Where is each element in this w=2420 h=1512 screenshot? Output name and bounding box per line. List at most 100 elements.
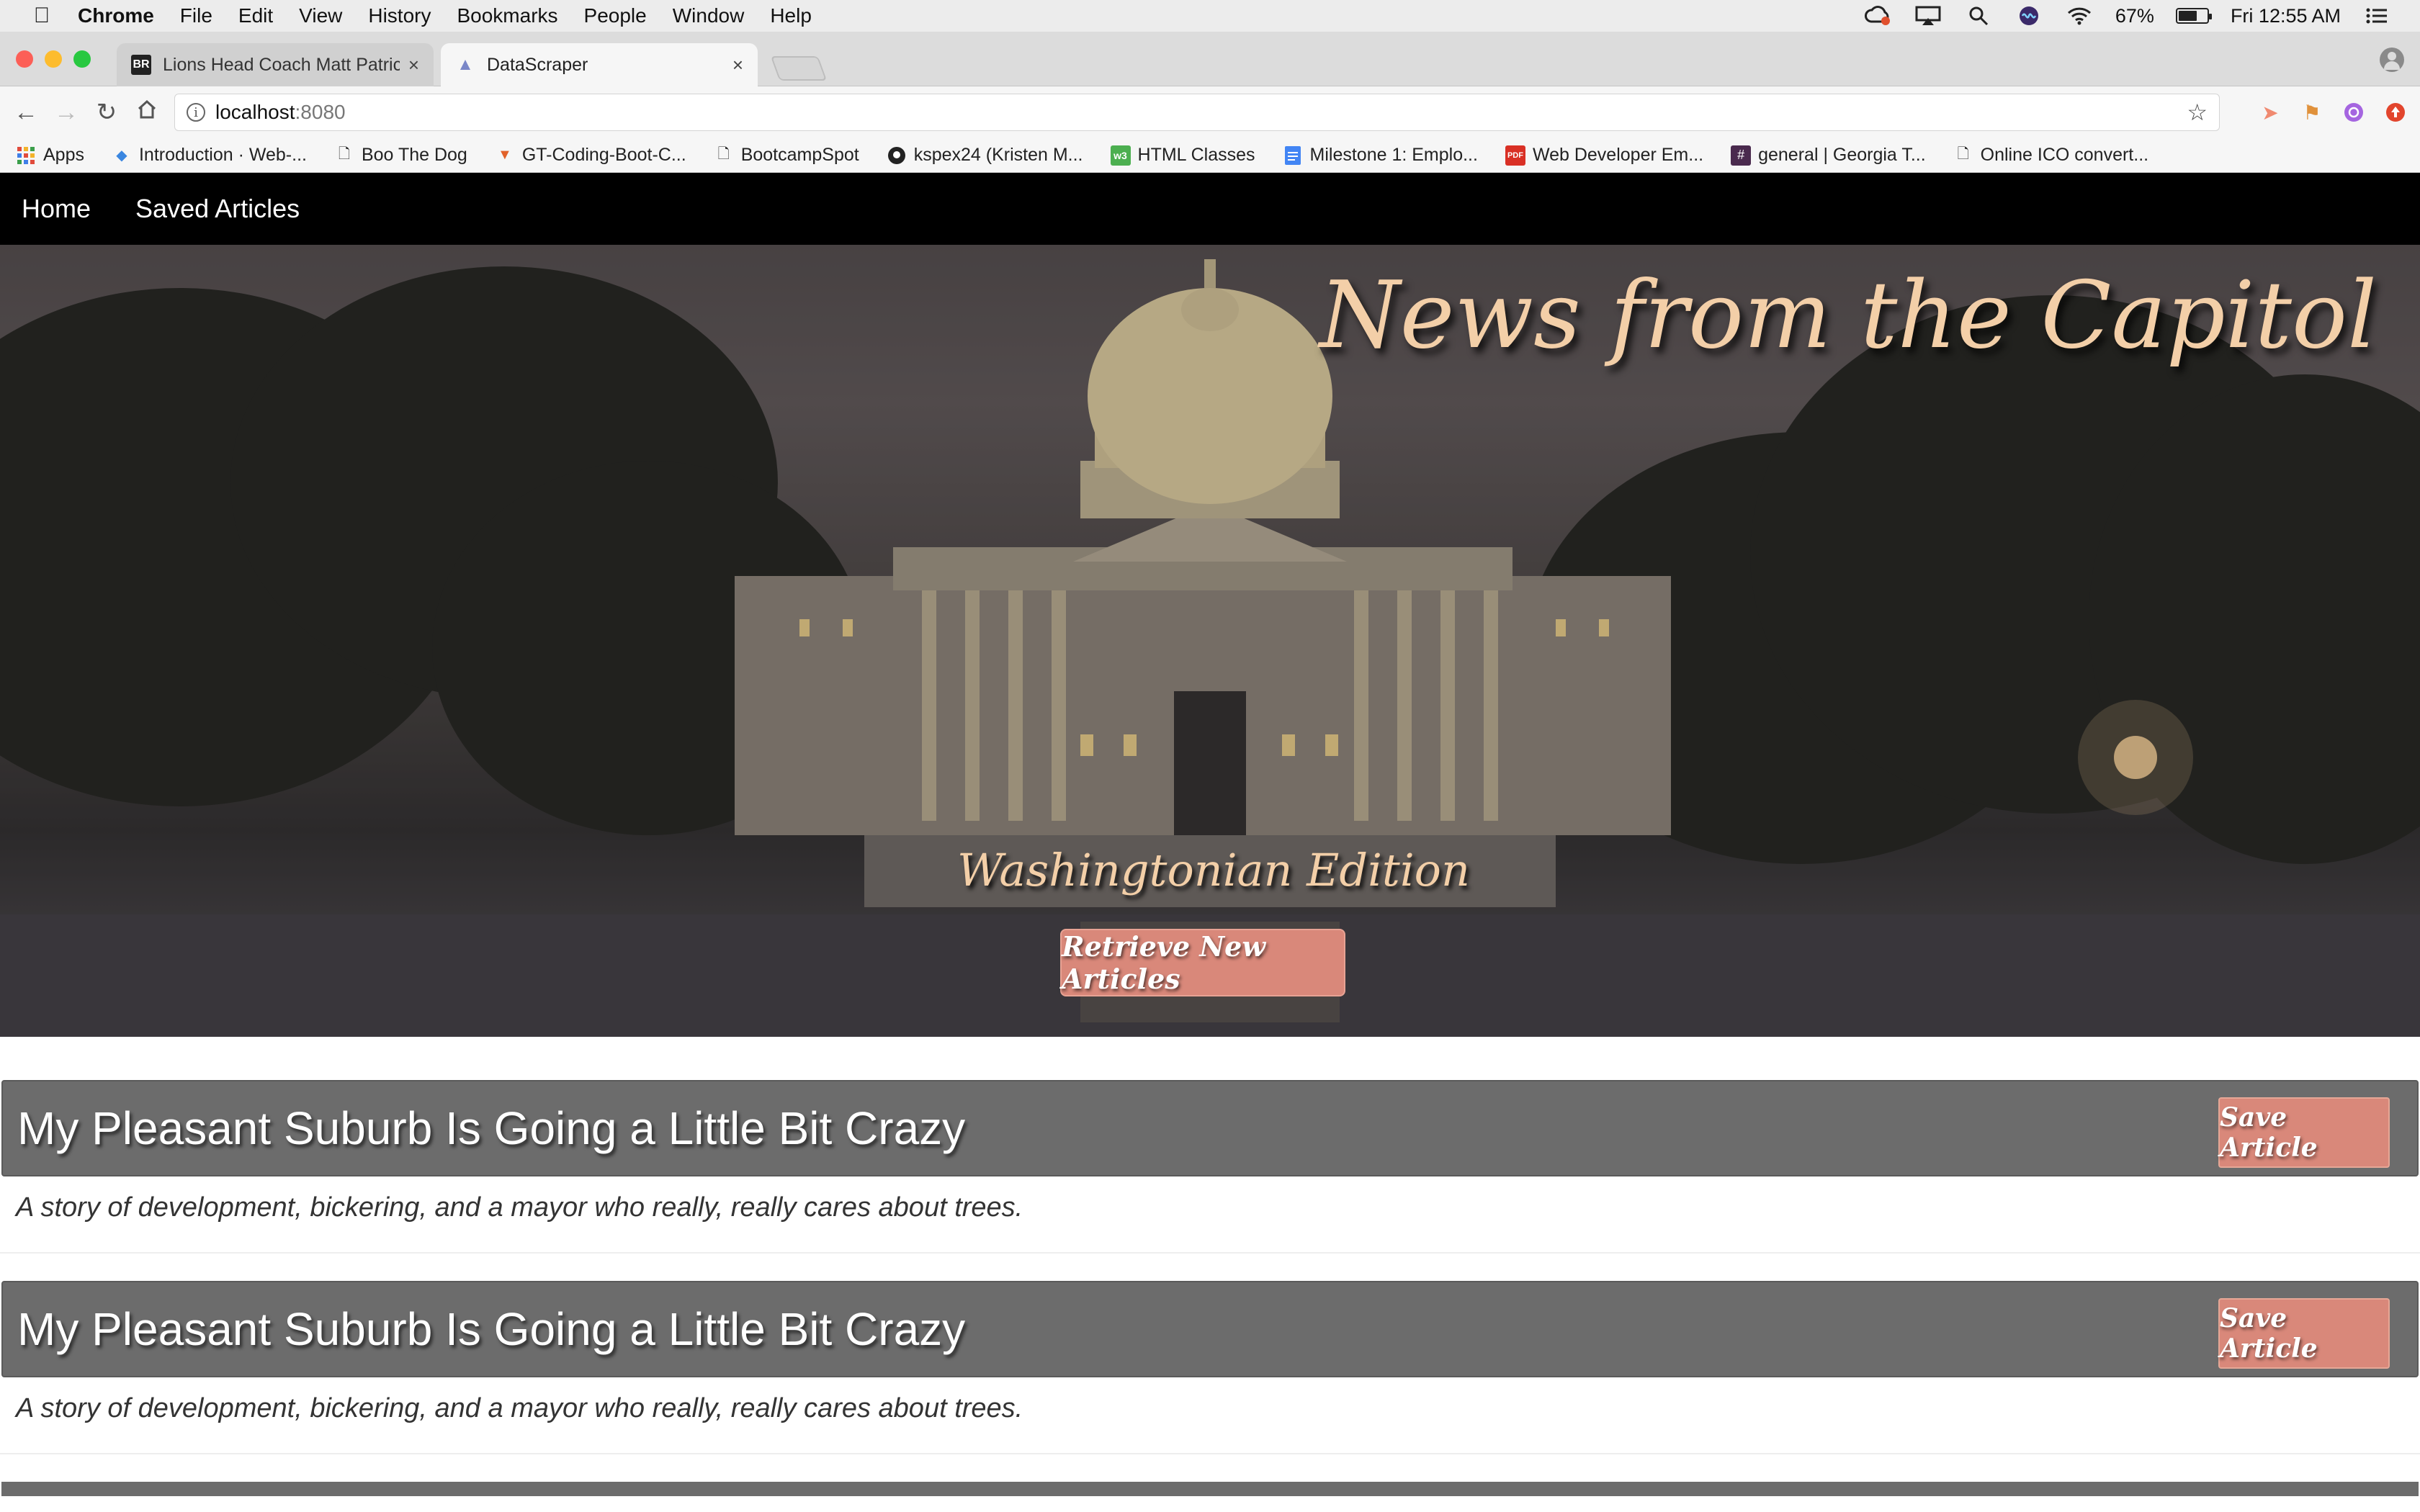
tab-lions-head-coach[interactable]: BR Lions Head Coach Matt Patricia × bbox=[117, 43, 434, 86]
menu-view[interactable]: View bbox=[299, 4, 342, 27]
bookmark-online-ico[interactable]: 🗋 Online ICO convert... bbox=[1953, 145, 2148, 166]
apps-grid-icon bbox=[16, 145, 36, 166]
bookmarks-bar: Apps ◆ Introduction · Web-... 🗋 Boo The … bbox=[0, 138, 2420, 173]
page-icon: 🗋 bbox=[717, 145, 730, 162]
w3-icon: w3 bbox=[1110, 145, 1131, 166]
url-port: :8080 bbox=[295, 101, 346, 123]
bookmark-bootcampspot[interactable]: 🗋 BootcampSpot bbox=[714, 145, 859, 166]
save-article-button[interactable]: Save Article bbox=[2218, 1097, 2390, 1168]
gitlab-icon: ▼ bbox=[497, 147, 512, 163]
bookmark-milestone[interactable]: Milestone 1: Emplo... bbox=[1283, 145, 1478, 166]
bookmark-label: general | Georgia T... bbox=[1758, 145, 1926, 165]
new-tab-button[interactable] bbox=[770, 56, 828, 81]
menu-bookmarks[interactable]: Bookmarks bbox=[457, 4, 557, 27]
menu-window[interactable]: Window bbox=[673, 4, 745, 27]
menu-app-name[interactable]: Chrome bbox=[78, 4, 154, 27]
site-info-icon[interactable]: i bbox=[187, 103, 205, 122]
article-summary: A story of development, bickering, and a… bbox=[0, 1377, 2420, 1454]
bookmark-boo-the-dog[interactable]: 🗋 Boo The Dog bbox=[334, 145, 467, 166]
gitbook-icon: ◆ bbox=[116, 148, 127, 163]
article-header: My Pleasant Suburb Is Going a Little Bit… bbox=[1, 1080, 2419, 1176]
menu-edit[interactable]: Edit bbox=[238, 4, 273, 27]
notification-center-icon[interactable] bbox=[2362, 4, 2391, 27]
bookmark-general-georgia[interactable]: # general | Georgia T... bbox=[1731, 145, 1926, 166]
bookmark-label: Introduction · Web-... bbox=[138, 145, 307, 165]
bookmark-web-developer[interactable]: PDF Web Developer Em... bbox=[1505, 145, 1703, 166]
tab-title: Lions Head Coach Matt Patricia bbox=[163, 54, 400, 75]
home-icon[interactable] bbox=[127, 99, 167, 127]
next-article-header-partial bbox=[1, 1482, 2419, 1496]
article-list: My Pleasant Suburb Is Going a Little Bit… bbox=[0, 1080, 2420, 1496]
browser-toolbar: ← → ↻ i localhost:8080 ☆ ➤ ⚑ bbox=[0, 86, 2420, 138]
page-icon: 🗋 bbox=[338, 145, 351, 162]
spotlight-search-icon[interactable] bbox=[1964, 4, 1993, 27]
menu-clock[interactable]: Fri 12:55 AM bbox=[2231, 5, 2341, 27]
reload-icon[interactable]: ↻ bbox=[86, 98, 127, 127]
page-icon: 🗋 bbox=[1957, 145, 1969, 162]
bookmark-label: GT-Coding-Boot-C... bbox=[521, 145, 686, 165]
menu-help[interactable]: Help bbox=[770, 4, 812, 27]
hero-title: News from the Capitol bbox=[1319, 262, 2377, 369]
extension-arrow-icon[interactable]: ➤ bbox=[2256, 98, 2285, 127]
pdf-icon: PDF bbox=[1505, 145, 1525, 166]
bookmark-label: HTML Classes bbox=[1137, 145, 1255, 165]
tab-close-icon[interactable]: × bbox=[408, 54, 419, 76]
extension-flag-icon[interactable]: ⚑ bbox=[2298, 98, 2326, 127]
bookmark-kspex24[interactable]: kspex24 (Kristen M... bbox=[887, 145, 1083, 166]
retrieve-new-articles-button[interactable]: Retrieve New Articles bbox=[1060, 929, 1345, 996]
apple-logo-icon[interactable]:  bbox=[26, 4, 58, 28]
maximize-window-button[interactable] bbox=[73, 50, 91, 68]
extension-red-icon[interactable] bbox=[2381, 98, 2410, 127]
forward-arrow-icon[interactable]: → bbox=[46, 99, 86, 127]
bookmark-star-icon[interactable]: ☆ bbox=[2187, 99, 2208, 126]
tab-favicon: BR bbox=[131, 55, 151, 75]
address-bar[interactable]: i localhost:8080 ☆ bbox=[174, 94, 2220, 131]
bookmark-label: Apps bbox=[43, 145, 84, 165]
article-title[interactable]: My Pleasant Suburb Is Going a Little Bit… bbox=[3, 1102, 965, 1155]
bookmark-label: Web Developer Em... bbox=[1532, 145, 1704, 165]
creative-cloud-icon[interactable] bbox=[1863, 4, 1892, 27]
minimize-window-button[interactable] bbox=[45, 50, 62, 68]
airplay-icon[interactable] bbox=[1914, 4, 1942, 27]
battery-level-fill bbox=[2178, 11, 2197, 21]
bookmark-introduction[interactable]: ◆ Introduction · Web-... bbox=[112, 145, 307, 166]
profile-avatar-icon[interactable] bbox=[2380, 48, 2404, 72]
bookmark-label: kspex24 (Kristen M... bbox=[913, 145, 1083, 165]
save-article-button[interactable]: Save Article bbox=[2218, 1298, 2390, 1369]
wifi-icon[interactable] bbox=[2065, 4, 2094, 27]
menu-people[interactable]: People bbox=[584, 4, 647, 27]
bookmark-html-classes[interactable]: w3 HTML Classes bbox=[1110, 145, 1255, 166]
bookmark-gt-coding[interactable]: ▼ GT-Coding-Boot-C... bbox=[495, 145, 686, 166]
battery-percent: 67% bbox=[2115, 4, 2154, 27]
github-icon bbox=[887, 145, 907, 166]
back-arrow-icon[interactable]: ← bbox=[6, 99, 46, 127]
bookmark-apps[interactable]: Apps bbox=[16, 145, 84, 166]
battery-icon[interactable] bbox=[2175, 8, 2212, 24]
site-navbar: Home Saved Articles bbox=[0, 173, 2420, 245]
bookmark-label: Boo The Dog bbox=[361, 145, 467, 165]
capitol-icon: ▲ bbox=[457, 55, 474, 74]
article-title[interactable]: My Pleasant Suburb Is Going a Little Bit… bbox=[3, 1302, 965, 1356]
hero-banner: News from the Capitol Washingtonian Edit… bbox=[0, 245, 2420, 1037]
bookmark-label: BootcampSpot bbox=[740, 145, 859, 165]
extension-purple-icon[interactable] bbox=[2339, 98, 2368, 127]
hero-subtitle: Washingtonian Edition bbox=[957, 844, 1470, 896]
browser-tab-strip: BR Lions Head Coach Matt Patricia × ▲ Da… bbox=[0, 32, 2420, 86]
article-header: My Pleasant Suburb Is Going a Little Bit… bbox=[1, 1281, 2419, 1377]
menu-history[interactable]: History bbox=[368, 4, 431, 27]
nav-saved-articles-link[interactable]: Saved Articles bbox=[135, 194, 300, 224]
tab-title: DataScraper bbox=[487, 54, 588, 75]
extension-icons: ➤ ⚑ bbox=[2256, 98, 2410, 127]
tab-close-icon[interactable]: × bbox=[732, 54, 743, 76]
menu-file[interactable]: File bbox=[180, 4, 212, 27]
nav-home-link[interactable]: Home bbox=[22, 194, 91, 224]
tab-datascraper[interactable]: ▲ DataScraper × bbox=[441, 43, 758, 86]
slack-icon: # bbox=[1731, 145, 1752, 166]
article-card: My Pleasant Suburb Is Going a Little Bit… bbox=[0, 1080, 2420, 1254]
bookmark-label: Online ICO convert... bbox=[1980, 145, 2149, 165]
bookmark-label: Milestone 1: Emplo... bbox=[1309, 145, 1478, 165]
siri-icon[interactable] bbox=[2015, 4, 2043, 27]
docs-icon bbox=[1283, 145, 1303, 166]
close-window-button[interactable] bbox=[16, 50, 33, 68]
macos-menu-bar:  Chrome File Edit View History Bookmark… bbox=[0, 0, 2420, 32]
